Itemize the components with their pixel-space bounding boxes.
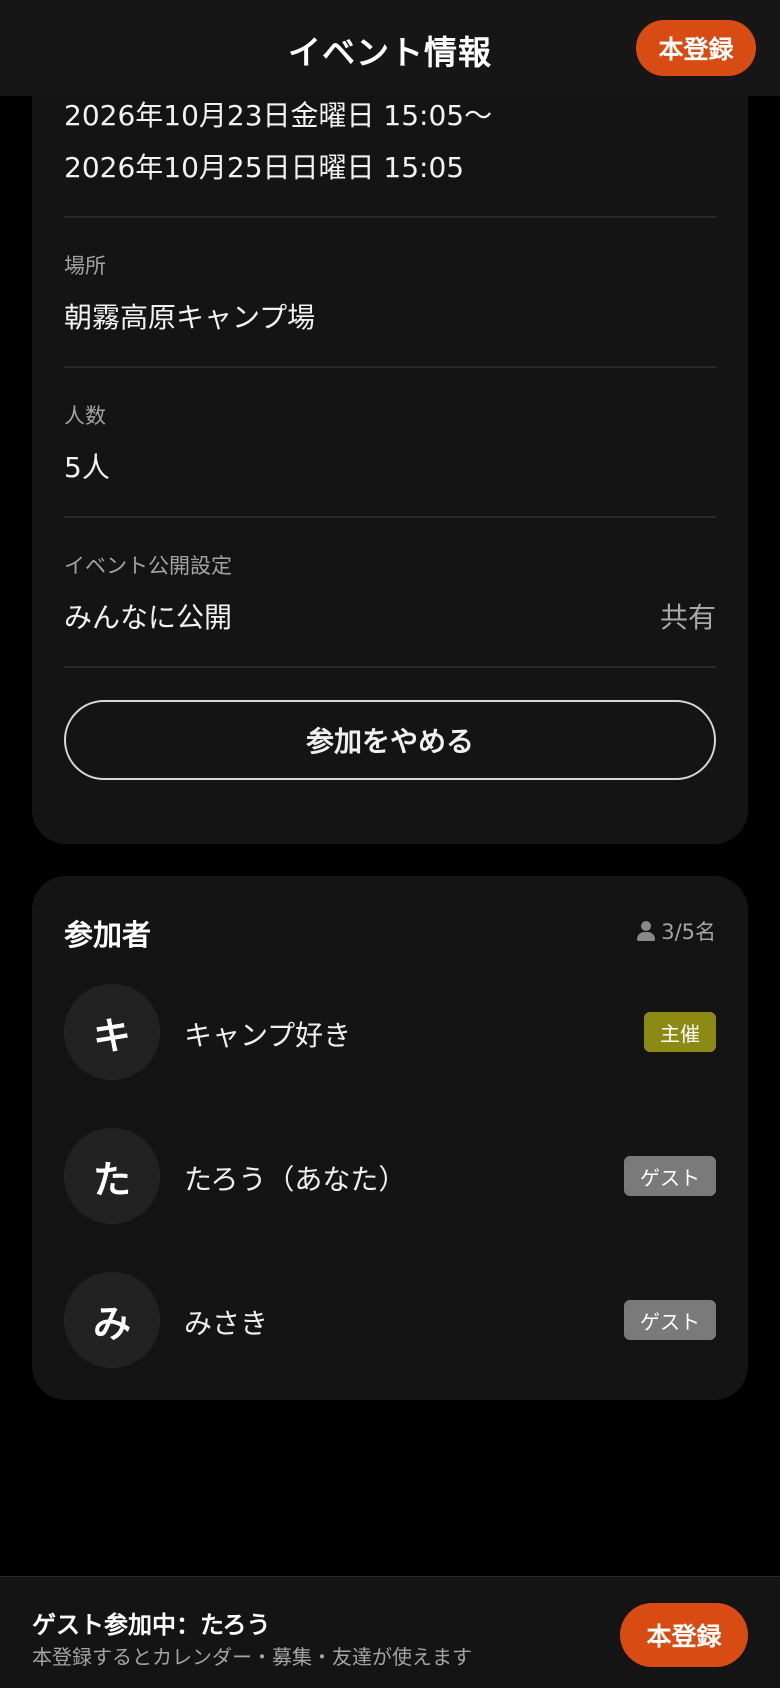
location-label: 場所: [64, 254, 106, 278]
host-badge: 主催: [644, 1012, 716, 1052]
register-button[interactable]: 本登録: [636, 20, 756, 76]
event-date-end: 2026年10月25日日曜日 15:05: [64, 151, 465, 184]
participant-item[interactable]: み みさき ゲスト: [64, 1272, 716, 1368]
guest-badge: ゲスト: [624, 1300, 716, 1340]
participant-item[interactable]: た たろう（あなた） ゲスト: [64, 1128, 716, 1224]
participants-count-value: 3/5名: [661, 920, 716, 944]
app-header: イベント情報 本登録: [0, 0, 780, 96]
event-date-start: 2026年10月23日金曜日 15:05〜: [64, 99, 493, 132]
capacity-label: 人数: [64, 404, 106, 428]
capacity-value: 5人: [64, 451, 110, 484]
register-button-bottom[interactable]: 本登録: [620, 1603, 748, 1667]
visibility-value: みんなに公開: [64, 601, 233, 634]
avatar: キ: [64, 984, 160, 1080]
guest-badge: ゲスト: [624, 1156, 716, 1196]
divider: [64, 516, 716, 518]
participant-name: たろう（あなた）: [184, 1163, 407, 1196]
avatar: み: [64, 1272, 160, 1368]
divider: [64, 216, 716, 218]
share-link[interactable]: 共有: [660, 596, 716, 636]
avatar: た: [64, 1128, 160, 1224]
person-icon: [637, 921, 656, 941]
participants-count: 3/5名: [637, 916, 716, 946]
divider: [64, 366, 716, 368]
participants-title: 参加者: [64, 918, 152, 952]
guest-status-bar: ゲスト参加中：たろう 本登録するとカレンダー・募集・友達が使えます 本登録: [0, 1576, 780, 1688]
guest-status-subtitle: 本登録するとカレンダー・募集・友達が使えます: [32, 1645, 472, 1669]
divider: [64, 666, 716, 668]
participant-name: みさき: [184, 1307, 269, 1340]
leave-event-button[interactable]: 参加をやめる: [64, 700, 716, 780]
guest-status-title: ゲスト参加中：たろう: [32, 1611, 271, 1639]
location-value: 朝霧高原キャンプ場: [64, 301, 316, 334]
participant-item[interactable]: キ キャンプ好き 主催: [64, 984, 716, 1080]
participant-name: キャンプ好き: [184, 1019, 352, 1052]
visibility-label: イベント公開設定: [64, 554, 232, 578]
